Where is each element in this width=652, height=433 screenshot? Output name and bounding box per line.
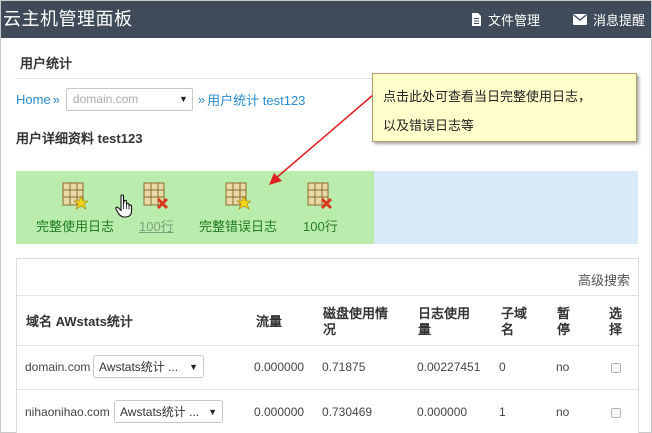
th-sub-line-2: 名 (501, 322, 515, 337)
divider (17, 345, 638, 346)
logs-panel-blank (374, 171, 638, 244)
cell-paused: no (556, 360, 570, 374)
full-usage-log-link[interactable]: 完整使用日志 (36, 182, 114, 235)
divider (17, 389, 638, 390)
log-file-delete-icon (143, 182, 169, 210)
usage-log-100-link[interactable]: 100行 (139, 182, 174, 235)
hand-cursor-icon (115, 194, 133, 218)
th-disk-line-1: 磁盘使用情 (323, 306, 389, 321)
row-checkbox[interactable] (611, 363, 621, 373)
cell-disk: 0.71875 (322, 360, 366, 374)
row-checkbox[interactable] (611, 408, 621, 418)
caret-down-icon: ▼ (179, 94, 188, 104)
log-link-label: 完整错误日志 (199, 219, 278, 234)
th-domain: 域名 AWstats统计 (26, 314, 133, 329)
th-subdomains: 子域 名 (501, 306, 527, 338)
th-log-line-2: 量 (418, 322, 432, 337)
domain-select-value: domain.com (72, 92, 139, 106)
top-navbar: 云主机管理面板 文件管理 消息提醒 (1, 1, 651, 38)
th-log: 日志使用 量 (418, 306, 470, 338)
th-disk-line-2: 况 (323, 322, 337, 337)
advanced-search-link[interactable]: 高级搜索 (578, 270, 630, 289)
th-sub-line-1: 子域 (501, 306, 528, 321)
cell-log: 0.00227451 (417, 360, 481, 374)
cell-traffic: 0.000000 (254, 360, 305, 374)
domain-stats-table: 高级搜索 域名 AWstats统计 流量 磁盘使用情 况 日志使用 量 子域 名… (16, 258, 639, 433)
cell-subdomains: 1 (499, 405, 506, 419)
callout-line-2: 以及错误日志等 (383, 118, 475, 133)
th-paused: 暂 停 (557, 306, 570, 338)
th-traffic: 流量 (256, 314, 283, 329)
file-manager-link[interactable]: 文件管理 (471, 10, 540, 29)
th-pause-line-2: 停 (557, 322, 571, 337)
log-link-label: 完整使用日志 (36, 219, 115, 234)
breadcrumb-separator: » (52, 91, 60, 107)
awstats-select-value: Awstats统计 ... (99, 360, 179, 374)
caret-down-icon: ▼ (208, 406, 217, 417)
detail-title: 用户详细资料 test123 (16, 131, 143, 146)
caret-down-icon: ▼ (189, 361, 198, 372)
th-log-line-1: 日志使用 (418, 306, 471, 321)
cell-domain: domain.com (25, 360, 91, 374)
file-icon (472, 13, 481, 26)
section-title: 用户统计 (20, 56, 73, 71)
breadcrumb-home[interactable]: Home (16, 92, 51, 107)
log-link-label: 100行 (139, 219, 174, 234)
log-file-star-icon (62, 182, 88, 210)
cell-traffic: 0.000000 (254, 405, 305, 419)
file-manager-label: 文件管理 (488, 13, 541, 28)
cell-subdomains: 0 (499, 360, 506, 374)
app-title: 云主机管理面板 (3, 9, 133, 29)
domain-select[interactable]: domain.com ▼ (65, 87, 193, 111)
messages-link[interactable]: 消息提醒 (573, 10, 645, 29)
messages-label: 消息提醒 (593, 13, 646, 28)
th-select-line-1: 选 (609, 306, 623, 321)
cell-disk: 0.730469 (322, 405, 373, 419)
th-select-line-2: 择 (609, 322, 623, 337)
callout-line-1: 点击此处可查看当日完整使用日志， (383, 89, 592, 104)
th-select: 选 择 (609, 306, 622, 338)
awstats-select-value: Awstats统计 ... (120, 405, 200, 419)
log-file-star-icon (225, 182, 251, 210)
th-pause-line-1: 暂 (557, 306, 571, 321)
callout-arrow (269, 94, 374, 185)
awstats-select[interactable]: Awstats统计 ... ▼ (114, 400, 223, 423)
cell-domain: nihaonihao.com (25, 405, 110, 419)
log-link-label: 100行 (303, 219, 338, 234)
breadcrumb-separator-2: » (197, 91, 206, 107)
cell-log: 0.000000 (417, 405, 468, 419)
tooltip-callout: 点击此处可查看当日完整使用日志， 以及错误日志等 (372, 73, 637, 142)
th-disk: 磁盘使用情 况 (323, 306, 388, 338)
envelope-icon (573, 14, 587, 25)
divider (17, 295, 638, 296)
cell-paused: no (556, 405, 570, 419)
awstats-select[interactable]: Awstats统计 ... ▼ (93, 355, 204, 378)
